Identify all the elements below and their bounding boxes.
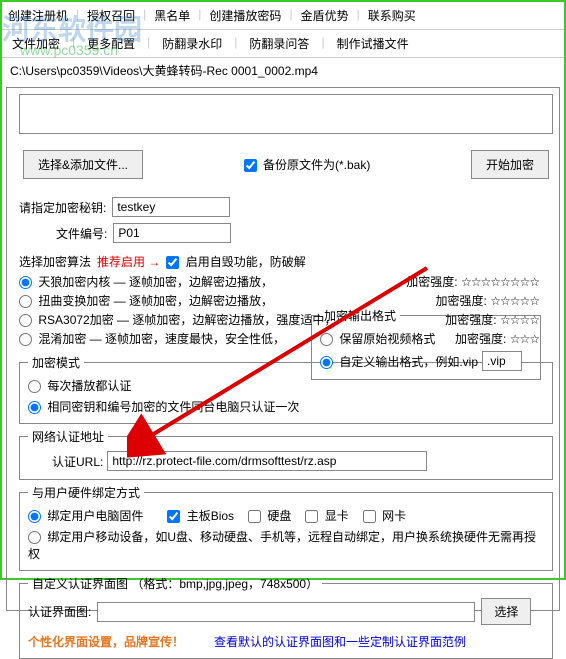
net-auth-legend: 网络认证地址 bbox=[28, 428, 108, 445]
select-button[interactable]: 选择 bbox=[481, 598, 531, 625]
tab-recall[interactable]: 授权召回 bbox=[81, 4, 141, 27]
fileid-label: 文件编号: bbox=[56, 225, 107, 242]
radio-auth-samekey[interactable]: 相同密钥和编号加密的文件同台电脑只认证一次 bbox=[28, 398, 299, 415]
tab-register[interactable]: 创建注册机 bbox=[2, 4, 74, 27]
hw-bind-group: 与用户硬件绑定方式 绑定用户电脑固件 主板Bios 硬盘 显卡 网卡 绑定用户移… bbox=[19, 484, 553, 571]
start-encrypt-button[interactable]: 开始加密 bbox=[471, 150, 549, 179]
custom-format-input[interactable] bbox=[482, 351, 522, 371]
auth-ui-img-label: 认证界面图: bbox=[28, 603, 91, 620]
net-auth-group: 网络认证地址 认证URL: bbox=[19, 428, 553, 480]
tab-contact[interactable]: 联系购买 bbox=[362, 4, 422, 27]
cb-gpu[interactable]: 显卡 bbox=[305, 507, 348, 524]
algo-radio-3[interactable]: RSA3072加密 — 逐帧加密，边解密边播放，强度适中， bbox=[19, 311, 336, 328]
tab-advantage[interactable]: 金盾优势 bbox=[295, 4, 355, 27]
hw-bind-legend: 与用户硬件绑定方式 bbox=[28, 484, 144, 501]
fileid-input[interactable] bbox=[113, 223, 231, 243]
tab-file-encrypt[interactable]: 文件加密 bbox=[2, 32, 70, 55]
tab-blacklist[interactable]: 黑名单 bbox=[148, 4, 196, 27]
view-default-link[interactable]: 查看默认的认证界面图和一些定制认证界面范例 bbox=[214, 633, 466, 650]
algo-radio-2[interactable]: 扭曲变换加密 — 逐帧加密，边解密边播放， bbox=[19, 292, 273, 309]
auth-url-label: 认证URL: bbox=[52, 453, 103, 470]
algo-radio-1[interactable]: 天狼加密内核 — 逐帧加密，边解密边播放， bbox=[19, 273, 273, 290]
file-path: C:\Users\pc0359\Videos\大黄蜂转码-Rec 0001_00… bbox=[2, 58, 564, 83]
custom-ui-legend: 自定义认证界面图 （格式：bmp,jpg,jpeg，748x500） bbox=[28, 575, 322, 592]
auth-mode-legend: 加密模式 bbox=[28, 354, 84, 371]
recommend-label: 推荐启用 → bbox=[97, 253, 160, 270]
algo-radio-4[interactable]: 混淆加密 — 逐帧加密，速度最快，安全性低， bbox=[19, 330, 285, 347]
personalize-text: 个性化界面设置，品牌宣传！ bbox=[28, 633, 184, 650]
custom-ui-group: 自定义认证界面图 （格式：bmp,jpg,jpeg，748x500） 认证界面图… bbox=[19, 575, 553, 659]
tab-qa[interactable]: 防翻录问答 bbox=[239, 32, 319, 55]
self-destroy-checkbox[interactable]: 启用自毁功能，防破解 bbox=[166, 253, 305, 270]
top-tabs: 创建注册机| 授权召回| 黑名单| 创建播放密码| 金盾优势| 联系购买 bbox=[2, 2, 564, 30]
key-input[interactable] bbox=[112, 197, 230, 217]
algo-title: 选择加密算法 bbox=[19, 253, 91, 270]
key-label: 请指定加密秘钥: bbox=[19, 199, 106, 216]
second-tabs: 文件加密| 更多配置| 防翻录水印| 防翻录问答| 制作试播文件 bbox=[2, 30, 564, 58]
tab-more-config[interactable]: 更多配置 bbox=[77, 32, 145, 55]
auth-ui-img-input[interactable] bbox=[97, 602, 475, 622]
radio-auth-each[interactable]: 每次播放都认证 bbox=[28, 377, 131, 394]
backup-checkbox[interactable]: 备份原文件为(*.bak) bbox=[244, 156, 371, 173]
tab-create-password[interactable]: 创建播放密码 bbox=[203, 4, 287, 27]
tab-watermark[interactable]: 防翻录水印 bbox=[152, 32, 232, 55]
file-list-box bbox=[19, 94, 553, 134]
radio-bind-mobile[interactable]: 绑定用户移动设备，如U盘、移动硬盘、手机等，远程自动绑定，用户换系统换硬件无需再… bbox=[28, 528, 544, 562]
cb-netcard[interactable]: 网卡 bbox=[363, 507, 406, 524]
cb-mainboard[interactable]: 主板Bios bbox=[167, 507, 234, 524]
radio-custom-format[interactable]: 自定义输出格式，例如.vip bbox=[320, 353, 478, 370]
radio-bind-pc[interactable]: 绑定用户电脑固件 bbox=[28, 507, 143, 524]
cb-harddisk[interactable]: 硬盘 bbox=[248, 507, 291, 524]
select-file-button[interactable]: 选择&添加文件... bbox=[23, 150, 143, 179]
auth-url-input[interactable] bbox=[107, 451, 427, 471]
tab-trial[interactable]: 制作试播文件 bbox=[327, 32, 419, 55]
